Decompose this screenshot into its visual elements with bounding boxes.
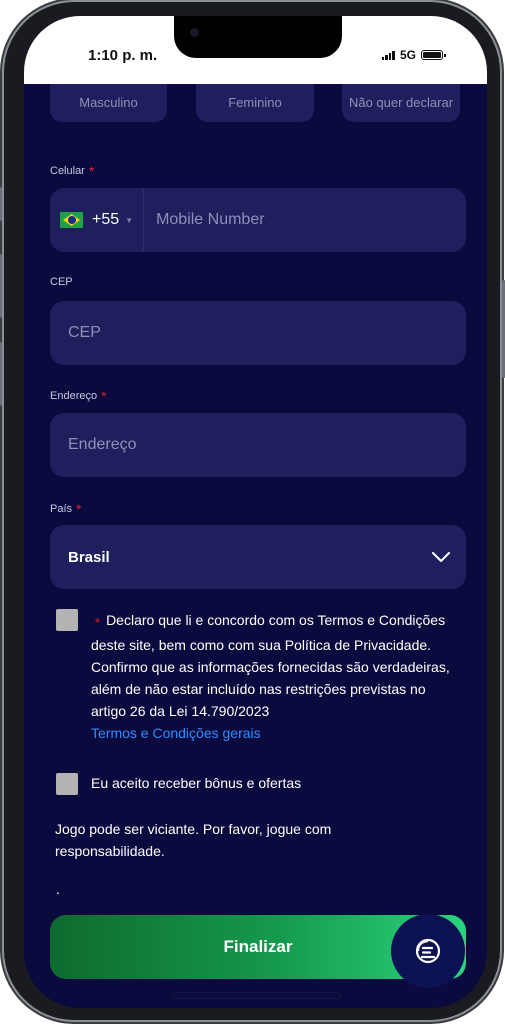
phone-label: Celular *	[50, 163, 95, 179]
dial-code: +55	[92, 211, 120, 228]
gambling-warning: Jogo pode ser viciante. Por favor, jogue…	[55, 821, 332, 859]
terms-link[interactable]: Termos e Condições gerais	[91, 725, 261, 741]
finalizar-label: Finalizar	[223, 937, 293, 956]
required-mark: *	[88, 163, 95, 179]
side-button-volume-down	[0, 342, 2, 406]
phone-frame: 1:10 p. m. 5G Masculino Feminino Não que…	[0, 2, 505, 1020]
notch	[174, 16, 342, 58]
cep-label: CEP	[50, 276, 73, 288]
cep-input[interactable]: CEP	[50, 324, 101, 342]
chat-support-button[interactable]	[391, 914, 465, 988]
address-input[interactable]: Endereço	[50, 436, 137, 454]
gender-option-masculino[interactable]: Masculino	[50, 84, 167, 122]
terms-checkbox[interactable]	[56, 609, 78, 631]
network-type: 5G	[399, 48, 416, 62]
battery-icon	[421, 50, 446, 60]
chat-support-icon	[415, 938, 441, 964]
bonus-text: Eu aceito receber bônus e ofertas	[91, 775, 302, 791]
country-code-selector[interactable]: +55 ▼	[50, 188, 145, 252]
phone-field: +55 ▼ Mobile Number	[50, 188, 466, 252]
status-time: 1:10 p. m.	[88, 47, 158, 64]
gender-option-nao-declarar[interactable]: Não quer declarar	[342, 84, 460, 122]
caret-down-icon: ▼	[125, 215, 134, 225]
required-mark: *	[95, 615, 101, 630]
terms-text: * Declaro que li e concordo com os Termos…	[91, 612, 450, 741]
country-label: País *	[50, 501, 82, 517]
mobile-number-input[interactable]: Mobile Number	[144, 211, 264, 229]
address-field[interactable]: Endereço	[50, 413, 466, 477]
screen: 1:10 p. m. 5G Masculino Feminino Não que…	[24, 16, 487, 1008]
cep-field[interactable]: CEP	[50, 301, 466, 365]
footer-dot: .	[56, 881, 60, 897]
required-mark: *	[76, 501, 82, 517]
gender-option-feminino[interactable]: Feminino	[196, 84, 314, 122]
signal-icon	[381, 50, 395, 60]
bonus-checkbox[interactable]	[56, 773, 78, 795]
status-bar: 1:10 p. m. 5G	[24, 16, 487, 84]
brazil-flag-icon	[60, 212, 83, 228]
side-button-mute	[0, 187, 2, 221]
country-select[interactable]: Brasil	[50, 525, 466, 589]
required-mark: *	[101, 388, 107, 404]
side-button-volume-up	[0, 254, 2, 318]
country-select-value: Brasil	[68, 548, 110, 566]
address-label: Endereço *	[50, 388, 107, 404]
chevron-down-icon	[432, 552, 450, 562]
home-indicator	[174, 993, 340, 998]
registration-form: Masculino Feminino Não quer declarar Cel…	[24, 84, 487, 1008]
front-camera	[190, 28, 199, 37]
status-icons: 5G	[381, 48, 446, 62]
